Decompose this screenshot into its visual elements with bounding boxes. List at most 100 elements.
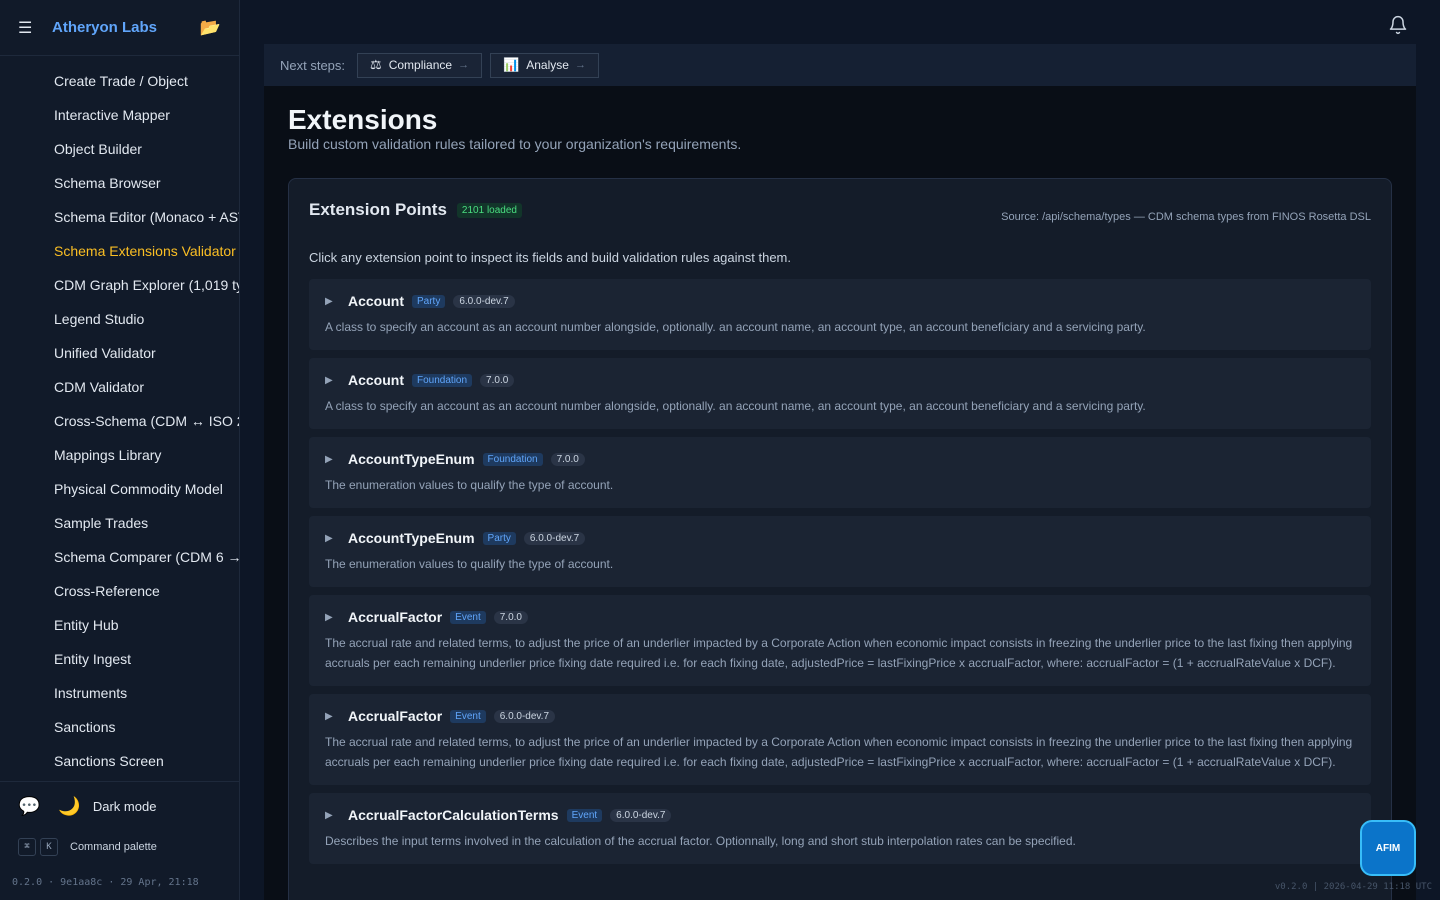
sidebar: ☰ Atheryon Labs 📂 Create Trade / Object … xyxy=(0,0,240,900)
expand-caret-icon[interactable]: ▶ xyxy=(325,533,348,544)
hamburger-menu-icon[interactable]: ☰ xyxy=(18,18,40,38)
afim-assistant-button[interactable]: AFIM xyxy=(1360,820,1416,876)
extension-points-list: ▶ Account Party 6.0.0-dev.7 A class to s… xyxy=(309,279,1371,872)
expand-caret-icon[interactable]: ▶ xyxy=(325,711,348,722)
app-version: 0.2.0 · 9e1aa8c · 29 Apr, 21:18 xyxy=(12,877,199,888)
card-header: Extension Points 2101 loaded xyxy=(309,200,522,220)
kbd-cmd: ⌘ xyxy=(18,838,36,856)
expand-caret-icon[interactable]: ▶ xyxy=(325,612,348,623)
chart-icon: 📊 xyxy=(503,57,520,72)
dark-mode-label[interactable]: Dark mode xyxy=(93,799,157,814)
command-palette-shortcut[interactable]: ⌘ K Command palette xyxy=(0,838,239,856)
item-name: Account xyxy=(348,372,404,388)
sidebar-item-unified-validator[interactable]: Unified Validator xyxy=(0,336,239,370)
item-name: AccountTypeEnum xyxy=(348,451,475,467)
sidebar-item-entity-hub[interactable]: Entity Hub xyxy=(0,608,239,642)
sidebar-item-schema-browser[interactable]: Schema Browser xyxy=(0,166,239,200)
version-badge: 6.0.0-dev.7 xyxy=(453,294,515,308)
namespace-badge: Foundation xyxy=(412,373,473,387)
next-steps-bar: Next steps: ⚖ Compliance → 📊 Analyse → xyxy=(264,44,1416,86)
status-line: v0.2.0 | 2026-04-29 11:18 UTC xyxy=(1274,882,1432,892)
arrow-right-icon: → xyxy=(458,59,470,71)
source-note: Source: /api/schema/types — CDM schema t… xyxy=(1001,211,1371,223)
version-badge: 6.0.0-dev.7 xyxy=(523,531,586,545)
sidebar-item-object-builder[interactable]: Object Builder xyxy=(0,132,239,166)
namespace-badge: Event xyxy=(566,808,603,822)
expand-caret-icon[interactable]: ▶ xyxy=(325,375,348,386)
sidebar-item-cdm-graph-explorer[interactable]: CDM Graph Explorer (1,019 types) xyxy=(0,268,239,302)
sidebar-item-schema-extensions-validator[interactable]: Schema Extensions Validator xyxy=(0,234,239,268)
sidebar-item-sample-trades[interactable]: Sample Trades xyxy=(0,506,239,540)
expand-caret-icon[interactable]: ▶ xyxy=(325,810,348,821)
loaded-count-badge: 2101 loaded xyxy=(456,202,522,218)
command-palette-label[interactable]: Command palette xyxy=(70,841,157,853)
version-badge: 7.0.0 xyxy=(550,452,585,466)
extension-point-item[interactable]: ▶ Account Foundation 7.0.0 A class to sp… xyxy=(309,358,1371,429)
namespace-badge: Foundation xyxy=(482,452,543,466)
item-name: AccountTypeEnum xyxy=(348,530,475,546)
compliance-button[interactable]: ⚖ Compliance → xyxy=(357,52,483,78)
sidebar-header: ☰ Atheryon Labs 📂 xyxy=(0,0,239,56)
sidebar-item-cross-reference[interactable]: Cross-Reference xyxy=(0,574,239,608)
page-title: Extensions xyxy=(288,104,438,135)
item-description: The accrual rate and related terms, to a… xyxy=(325,636,1353,670)
chat-bubble-icon[interactable]: 💬 xyxy=(18,796,40,817)
version-badge: 6.0.0-dev.7 xyxy=(493,709,556,723)
sidebar-item-sanctions[interactable]: Sanctions xyxy=(0,710,239,744)
extension-point-item[interactable]: ▶ AccrualFactor Event 7.0.0 The accrual … xyxy=(309,595,1371,686)
sidebar-item-legend-studio[interactable]: Legend Studio xyxy=(0,302,239,336)
sidebar-item-schema-editor[interactable]: Schema Editor (Monaco + AST) xyxy=(0,200,239,234)
item-description: Describes the input terms involved in th… xyxy=(325,834,1076,848)
item-name: AccrualFactor xyxy=(348,708,443,724)
moon-icon[interactable]: 🌙 xyxy=(58,796,80,817)
item-name: AccrualFactor xyxy=(348,609,443,625)
notification-bell-icon[interactable] xyxy=(1388,15,1408,35)
extension-points-card: Extension Points 2101 loaded Source: /ap… xyxy=(288,178,1392,900)
item-description: The enumeration values to qualify the ty… xyxy=(325,557,614,571)
sidebar-item-create-trade[interactable]: Create Trade / Object xyxy=(0,64,239,98)
version-badge: 6.0.0-dev.7 xyxy=(610,808,672,822)
main-content: Extensions Build custom validation rules… xyxy=(264,86,1416,900)
sidebar-item-entity-ingest[interactable]: Entity Ingest xyxy=(0,642,239,676)
version-badge: 7.0.0 xyxy=(480,373,515,387)
item-description: A class to specify an account as an acco… xyxy=(325,399,1146,413)
sidebar-item-instruments[interactable]: Instruments xyxy=(0,676,239,710)
folder-icon[interactable]: 📂 xyxy=(200,18,221,38)
page-subtitle: Build custom validation rules tailored t… xyxy=(288,136,742,152)
expand-caret-icon[interactable]: ▶ xyxy=(325,454,348,465)
item-name: AccrualFactorCalculationTerms xyxy=(348,807,559,823)
expand-caret-icon[interactable]: ▶ xyxy=(325,296,348,307)
extension-point-item[interactable]: ▶ Account Party 6.0.0-dev.7 A class to s… xyxy=(309,279,1371,350)
instruction-text: Click any extension point to inspect its… xyxy=(309,250,791,265)
sidebar-item-schema-comparer[interactable]: Schema Comparer (CDM 6 → 7) xyxy=(0,540,239,574)
arrow-right-icon: → xyxy=(574,59,586,71)
brand-name[interactable]: Atheryon Labs xyxy=(52,19,157,36)
namespace-badge: Event xyxy=(450,610,486,624)
card-title: Extension Points xyxy=(309,200,447,219)
sidebar-item-interactive-mapper[interactable]: Interactive Mapper xyxy=(0,98,239,132)
sidebar-footer: 💬 🌙 Dark mode ⌘ K Command palette 0.2.0 … xyxy=(0,781,239,900)
sidebar-item-cdm-validator[interactable]: CDM Validator xyxy=(0,370,239,404)
sidebar-item-sanctions-screen[interactable]: Sanctions Screen xyxy=(0,744,239,778)
sidebar-item-mappings-library[interactable]: Mappings Library xyxy=(0,438,239,472)
next-steps-label: Next steps: xyxy=(280,57,346,73)
item-description: A class to specify an account as an acco… xyxy=(325,320,1146,334)
analyse-button[interactable]: 📊 Analyse → xyxy=(490,52,599,78)
extension-point-item[interactable]: ▶ AccountTypeEnum Party 6.0.0-dev.7 The … xyxy=(309,516,1371,587)
extension-point-item[interactable]: ▶ AccountTypeEnum Foundation 7.0.0 The e… xyxy=(309,437,1371,508)
item-description: The enumeration values to qualify the ty… xyxy=(325,478,614,492)
namespace-badge: Event xyxy=(450,709,486,723)
item-description: The accrual rate and related terms, to a… xyxy=(325,735,1353,769)
sidebar-item-physical-commodity-model[interactable]: Physical Commodity Model xyxy=(0,472,239,506)
analyse-label: Analyse xyxy=(526,58,569,72)
version-badge: 7.0.0 xyxy=(493,610,528,624)
extension-point-item[interactable]: ▶ AccrualFactorCalculationTerms Event 6.… xyxy=(309,793,1371,864)
item-name: Account xyxy=(348,293,404,309)
sidebar-nav: Create Trade / Object Interactive Mapper… xyxy=(0,56,239,778)
dark-mode-toggle[interactable]: 💬 🌙 Dark mode xyxy=(0,782,239,818)
namespace-badge: Party xyxy=(482,531,516,545)
kbd-k: K xyxy=(40,838,58,856)
extension-point-item[interactable]: ▶ AccrualFactor Event 6.0.0-dev.7 The ac… xyxy=(309,694,1371,785)
sidebar-item-cross-schema[interactable]: Cross-Schema (CDM ↔ ISO 20022) xyxy=(0,404,239,438)
compliance-label: Compliance xyxy=(388,58,453,72)
